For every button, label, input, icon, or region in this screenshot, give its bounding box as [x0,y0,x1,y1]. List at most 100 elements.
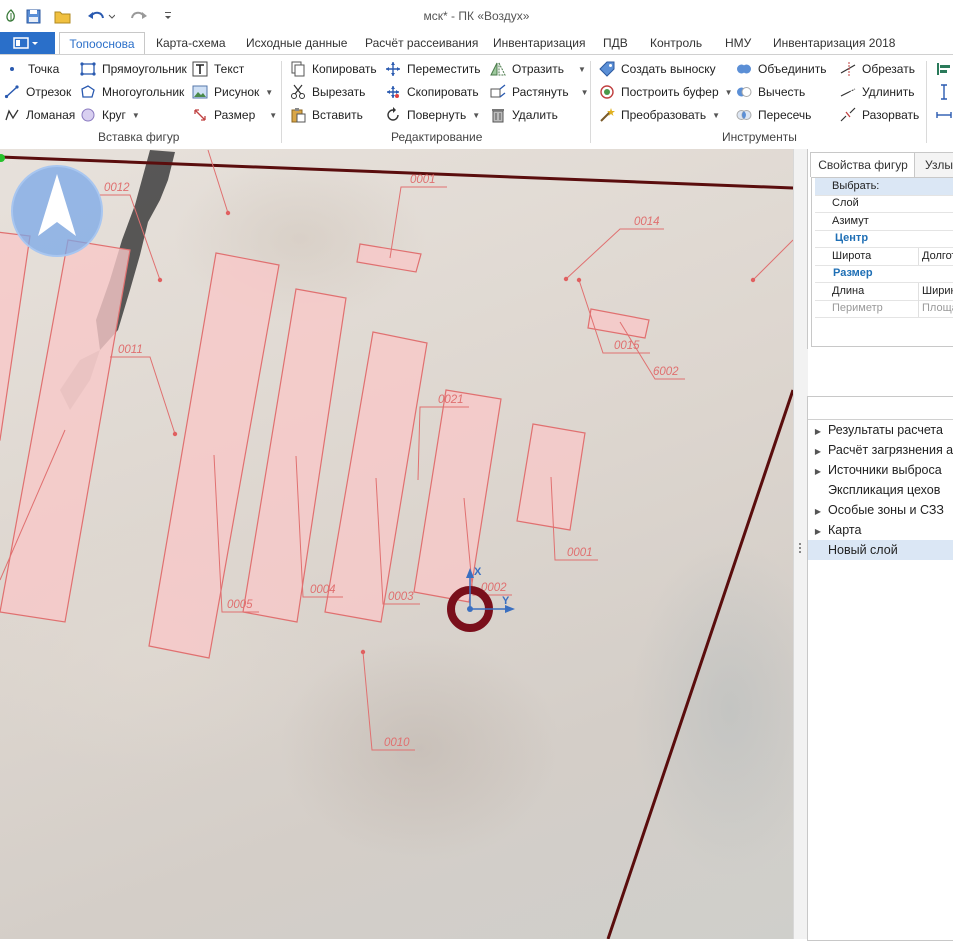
label-0003: 0003 [388,591,414,603]
rectangle-icon [80,61,96,77]
union-button[interactable]: Объединить [736,59,827,79]
rectangle-button[interactable]: Прямоугольник [80,59,187,79]
segment-button[interactable]: Отрезок [4,82,71,102]
extend-icon [840,84,856,100]
expand-arrow-icon[interactable]: ▶ [808,522,828,540]
chevron-down-icon[interactable]: ▼ [725,88,733,97]
property-group-size[interactable]: Размер [815,265,953,283]
property-group-center[interactable]: Центр [815,230,953,248]
chevron-down-icon[interactable]: ▼ [578,65,586,74]
building-polygon-0002[interactable] [413,389,502,603]
duplicate-button[interactable]: Скопировать [385,82,479,102]
extend-label: Удлинить [862,85,915,99]
building-polygon-0001-top[interactable] [356,243,422,273]
stretch-icon [490,84,506,100]
chevron-down-icon[interactable]: ▼ [132,111,140,120]
extend-button[interactable]: Удлинить [840,82,914,102]
delete-button[interactable]: Удалить [490,105,558,125]
map-canvas[interactable]: 0012 0011 0001 0014 0015 6002 0021 0001 … [0,149,793,939]
expand-arrow-icon[interactable]: ▶ [808,442,828,460]
longitude-label: Долгота [922,250,953,262]
tab-shape-properties[interactable]: Свойства фигур [810,152,916,177]
circle-button[interactable]: Круг ▼ [80,105,140,125]
panel-splitter[interactable] [793,149,808,939]
chevron-down-icon[interactable]: ▼ [472,111,480,120]
layer-item-emission-sources[interactable]: ▶ Источники выброса [808,460,953,480]
axis-x-label: X [474,566,482,578]
rotate-button[interactable]: Повернуть ▼ [385,105,480,125]
property-row-azimuth[interactable]: Азимут [815,213,953,231]
copy-button[interactable]: Копировать [290,59,377,79]
expand-arrow-icon[interactable]: ▶ [808,502,828,520]
expand-arrow-icon[interactable]: ▶ [808,462,828,480]
layer-item-label: Расчёт загрязнения атмосферы [828,443,953,457]
north-arrow-icon[interactable] [11,165,103,257]
size-header: Размер [833,267,873,279]
subtract-button[interactable]: Вычесть [736,82,805,102]
intersect-button[interactable]: Пересечь [736,105,811,125]
property-row-layer[interactable]: Слой [815,195,953,213]
tab-pdv[interactable]: ПДВ [603,32,628,54]
point-label: Точка [28,62,60,76]
polyline-button[interactable]: Ломаная [4,105,75,125]
chevron-down-icon[interactable]: ▼ [269,111,277,120]
paste-button[interactable]: Вставить [290,105,363,125]
text-button[interactable]: Текст [192,59,244,79]
transform-button[interactable]: Преобразовать ▼ [599,105,720,125]
polyline-label: Ломаная [26,108,76,122]
building-polygon-0003[interactable] [324,331,428,623]
layer-item-map[interactable]: ▶ Карта [808,520,953,540]
segment-label: Отрезок [26,85,72,99]
build-buffer-button[interactable]: Построить буфер ▼ [599,82,733,102]
tab-inventory-2018[interactable]: Инвентаризация 2018 [773,32,895,54]
trash-icon [490,107,506,123]
stretch-button[interactable]: Растянуть ▼ [490,82,589,102]
label-0010: 0010 [384,737,410,749]
property-row-lat-lon[interactable]: ШиротаДолгота [815,248,953,266]
layer-item-pollution-calc[interactable]: ▶Расчёт загрязнения атмосферы [808,440,953,460]
picture-button[interactable]: Рисунок ▼ [192,82,273,102]
move-button[interactable]: Переместить [385,59,481,79]
point-button[interactable]: Точка [6,59,59,79]
create-callout-button[interactable]: Создать выноску [599,59,716,79]
building-polygon[interactable] [0,230,31,441]
align-button[interactable] [936,59,953,79]
horizontal-size-button[interactable] [936,105,953,125]
chevron-down-icon[interactable]: ▼ [581,88,589,97]
chevron-down-icon[interactable]: ▼ [265,88,273,97]
layer-item-calc-results[interactable]: ▶ Результаты расчета [808,420,953,440]
boundary-vertex-handle[interactable] [0,154,5,162]
group-label-tools: Инструменты [722,130,797,144]
tab-nmu[interactable]: НМУ [725,32,751,54]
layer-item-shops-explication[interactable]: Экспликация цехов [808,480,953,500]
property-row-select[interactable]: Выбрать: [815,178,953,196]
polygon-button[interactable]: Многоугольник [80,82,184,102]
tab-source-data[interactable]: Исходные данные [246,32,347,54]
chevron-down-icon[interactable]: ▼ [712,111,720,120]
dimension-button[interactable]: Размер ▼ [192,105,277,125]
width-label: Ширина [922,285,953,297]
layer-item-new-layer[interactable]: Новый слой [808,540,953,560]
tab-dispersion-calc[interactable]: Расчёт рассеивания [365,32,478,54]
rotate-label: Повернуть [407,108,467,122]
split-button[interactable]: Разорвать [840,105,919,125]
tab-inventory[interactable]: Инвентаризация [493,32,585,54]
trim-button[interactable]: Обрезать [840,59,915,79]
cut-button[interactable]: Вырезать [290,82,365,102]
property-row-perimeter-area[interactable]: ПериметрПлощадь [815,300,953,318]
intersect-icon [736,107,752,123]
layer-item-special-zones[interactable]: ▶ Особые зоны и СЗЗ [808,500,953,520]
build-buffer-label: Построить буфер [621,85,719,99]
mirror-button[interactable]: Отразить ▼ [490,59,586,79]
tab-toposnova[interactable]: Топооснова [59,32,145,55]
vertical-arrows-icon [936,84,952,100]
copy-icon [290,61,306,77]
file-menu-button[interactable] [0,32,55,54]
expand-arrow-icon[interactable]: ▶ [808,422,828,440]
tab-nodes[interactable]: Узлы [914,152,953,178]
label-0012: 0012 [104,182,130,194]
property-row-length-width[interactable]: ДлинаШирина [815,283,953,301]
vertical-size-button[interactable] [936,82,953,102]
tab-map-scheme[interactable]: Карта-схема [156,32,226,54]
tab-control[interactable]: Контроль [650,32,702,54]
